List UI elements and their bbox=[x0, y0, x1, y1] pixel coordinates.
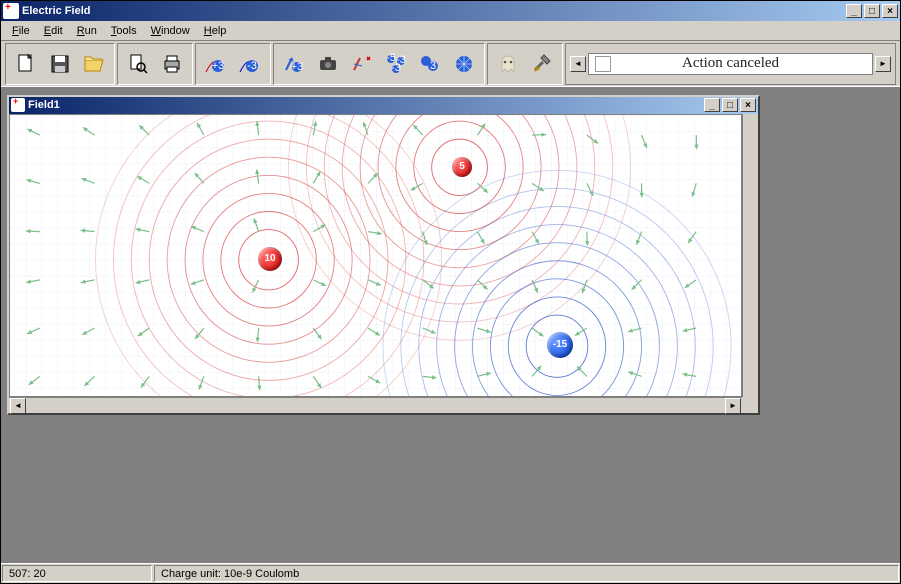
docwell-banner: Action canceled bbox=[588, 53, 873, 75]
child-minimize-button[interactable]: _ bbox=[704, 98, 720, 112]
docwell-scroll-right[interactable]: ► bbox=[875, 56, 891, 72]
menubar: File Edit Run Tools Window Help bbox=[1, 21, 900, 41]
open-button[interactable] bbox=[78, 48, 110, 80]
group-charge-button[interactable]: 3 bbox=[414, 48, 446, 80]
status-units: Charge unit: 10e-9 Coulomb bbox=[154, 565, 899, 582]
minimize-button[interactable]: _ bbox=[846, 4, 862, 18]
close-button[interactable]: × bbox=[882, 4, 898, 18]
svg-text:-3: -3 bbox=[391, 62, 401, 74]
menu-run[interactable]: Run bbox=[70, 23, 104, 39]
svg-text:3: 3 bbox=[430, 60, 436, 72]
child-titlebar[interactable]: Field1 _ □ × bbox=[9, 97, 758, 114]
docwell-scroll-left[interactable]: ◄ bbox=[570, 56, 586, 72]
charge-5[interactable]: 5 bbox=[452, 157, 472, 177]
camera-button[interactable] bbox=[312, 48, 344, 80]
field-canvas[interactable]: 10 5 -15 bbox=[9, 114, 742, 397]
mdi-client: Field1 _ □ × 10 5 -15 ◄ ► bbox=[1, 87, 900, 563]
child-window-icon bbox=[11, 98, 25, 112]
app-title: Electric Field bbox=[22, 5, 846, 17]
hscroll-left-icon[interactable]: ◄ bbox=[10, 398, 26, 414]
run-neg-button[interactable] bbox=[346, 48, 378, 80]
svg-text:-3: -3 bbox=[247, 60, 257, 72]
child-close-button[interactable]: × bbox=[740, 98, 756, 112]
charge--15[interactable]: -15 bbox=[547, 332, 573, 358]
menu-window[interactable]: Window bbox=[144, 23, 197, 39]
ghost-icon[interactable] bbox=[492, 48, 524, 80]
vertical-scrollbar[interactable] bbox=[742, 114, 758, 397]
charge-10[interactable]: 10 bbox=[258, 247, 282, 271]
svg-text:+3: +3 bbox=[291, 61, 304, 73]
child-window: Field1 _ □ × 10 5 -15 ◄ ► bbox=[7, 95, 760, 415]
child-title: Field1 bbox=[28, 99, 704, 111]
toolbar: +3 -3 +3 -5-3-3 3 ◄ Action canceled ► bbox=[1, 41, 900, 87]
new-file-button[interactable] bbox=[10, 48, 42, 80]
maximize-button[interactable]: □ bbox=[864, 4, 880, 18]
menu-file[interactable]: File bbox=[5, 23, 37, 39]
add-positive-charge-button[interactable]: +3 bbox=[200, 48, 232, 80]
app-titlebar: Electric Field _ □ × bbox=[1, 1, 900, 21]
horizontal-scrollbar[interactable]: ◄ ► bbox=[9, 397, 742, 413]
menu-help[interactable]: Help bbox=[197, 23, 234, 39]
menu-tools[interactable]: Tools bbox=[104, 23, 144, 39]
app-icon bbox=[3, 3, 19, 19]
child-maximize-button[interactable]: □ bbox=[722, 98, 738, 112]
print-button[interactable] bbox=[156, 48, 188, 80]
multi-charge-button[interactable]: -5-3-3 bbox=[380, 48, 412, 80]
status-coords: 507: 20 bbox=[2, 565, 152, 582]
svg-text:+3: +3 bbox=[212, 60, 225, 72]
fieldlines-button[interactable] bbox=[448, 48, 480, 80]
settings-button[interactable] bbox=[526, 48, 558, 80]
add-negative-charge-button[interactable]: -3 bbox=[234, 48, 266, 80]
preview-button[interactable] bbox=[122, 48, 154, 80]
menu-edit[interactable]: Edit bbox=[37, 23, 70, 39]
docwell-panel: ◄ Action canceled ► bbox=[565, 43, 896, 85]
scroll-corner bbox=[742, 397, 758, 413]
save-button[interactable] bbox=[44, 48, 76, 80]
run-pos-button[interactable]: +3 bbox=[278, 48, 310, 80]
hscroll-right-icon[interactable]: ► bbox=[725, 398, 741, 414]
statusbar: 507: 20 Charge unit: 10e-9 Coulomb bbox=[1, 563, 900, 583]
